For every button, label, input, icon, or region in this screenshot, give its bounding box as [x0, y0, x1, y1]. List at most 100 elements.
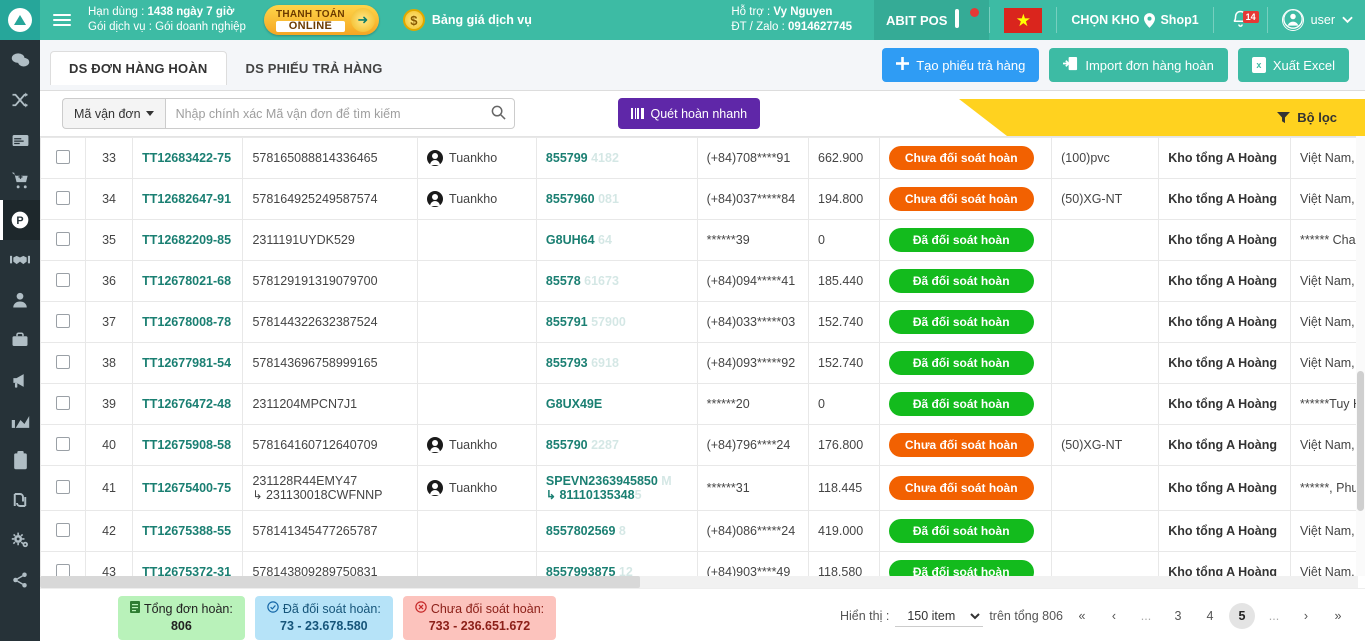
page-prev-button[interactable]: ‹ [1101, 603, 1127, 629]
return-code-link[interactable]: TT12675908-58 [132, 424, 244, 466]
return-code-link[interactable]: TT12675400-75 [132, 465, 244, 511]
table-vertical-scrollbar-thumb[interactable] [1357, 371, 1364, 511]
status-cell[interactable]: Đã đối soát hoàn [878, 383, 1053, 425]
row-checkbox-cell[interactable] [40, 342, 86, 384]
notifications-button[interactable]: 14 [1214, 9, 1267, 32]
status-cell[interactable]: Đã đối soát hoàn [878, 301, 1053, 343]
page-size-select[interactable]: 150 item [895, 605, 984, 627]
quick-scan-button[interactable]: Quét hoàn nhanh [618, 98, 761, 129]
sidebar-item-briefcase[interactable] [0, 320, 40, 360]
table-row[interactable]: 33 TT12683422-75 578165088814336465 Tuankho… [40, 137, 1365, 179]
status-badge[interactable]: Đã đối soát hoàn [888, 392, 1034, 416]
status-badge[interactable]: Đã đối soát hoàn [888, 269, 1034, 293]
page-button-3[interactable]: 3 [1165, 603, 1191, 629]
return-code-link[interactable]: TT12683422-75 [132, 137, 244, 179]
row-checkbox-cell[interactable] [40, 551, 86, 576]
table-row[interactable]: 41 TT12675400-75 231128R44EMY47 ↳ 231130018… [40, 465, 1365, 511]
app-logo[interactable] [0, 0, 40, 40]
order-code-link[interactable]: 855790 2287 [535, 424, 698, 466]
row-checkbox-cell[interactable] [40, 137, 86, 179]
row-checkbox[interactable] [55, 149, 70, 164]
status-cell[interactable]: Đã đối soát hoàn [878, 510, 1053, 552]
menu-toggle-button[interactable] [40, 0, 84, 40]
table-row[interactable]: 34 TT12682647-91 578164925249587574 Tuankho… [40, 178, 1365, 220]
search-field-dropdown[interactable]: Mã vận đơn [62, 98, 165, 129]
orders-table-container[interactable]: 33 TT12683422-75 578165088814336465 Tuankho… [40, 136, 1365, 576]
status-badge[interactable]: Đã đối soát hoàn [888, 519, 1034, 543]
sidebar-item-settings[interactable] [0, 520, 40, 560]
status-cell[interactable]: Đã đối soát hoàn [878, 342, 1053, 384]
table-row[interactable]: 38 TT12677981-54 578143696758999165 855793 … [40, 342, 1365, 384]
table-row[interactable]: 39 TT12676472-48 2311204MPCN7J1 G8UX49E ****… [40, 383, 1365, 425]
row-checkbox-cell[interactable] [40, 510, 86, 552]
order-code-link[interactable]: 8557993875 12 [535, 551, 698, 576]
sidebar-item-shekel[interactable] [0, 480, 40, 520]
row-checkbox[interactable] [55, 354, 70, 369]
order-code-link[interactable]: 8557960 081 [535, 178, 698, 220]
order-code-link[interactable]: 855793 6918 [535, 342, 698, 384]
status-badge[interactable]: Đã đối soát hoàn [888, 228, 1034, 252]
row-checkbox-cell[interactable] [40, 260, 86, 302]
table-row[interactable]: 42 TT12675388-55 578141345477265787 8557802… [40, 510, 1365, 552]
import-return-orders-button[interactable]: Import đơn hàng hoàn [1049, 48, 1228, 82]
row-checkbox[interactable] [55, 272, 70, 287]
row-checkbox[interactable] [55, 479, 70, 494]
order-code-link[interactable]: 85578 61673 [535, 260, 698, 302]
sidebar-item-user[interactable] [0, 280, 40, 320]
order-code-link[interactable]: 8557802569 8 [535, 510, 698, 552]
row-checkbox[interactable] [55, 190, 70, 205]
table-row[interactable]: 40 TT12675908-58 578164160712640709 Tuankho… [40, 424, 1365, 466]
price-list-link[interactable]: $ Bảng giá dịch vụ [402, 9, 532, 31]
status-badge[interactable]: Chưa đối soát hoàn [888, 146, 1034, 170]
sidebar-item-parking[interactable]: P [0, 200, 40, 240]
sidebar-item-chart[interactable] [0, 400, 40, 440]
filter-button[interactable]: Bộ lọc [959, 99, 1365, 136]
return-code-link[interactable]: TT12677981-54 [132, 342, 244, 384]
status-cell[interactable]: Đã đối soát hoàn [878, 551, 1053, 576]
sidebar-item-shuffle[interactable] [0, 80, 40, 120]
status-cell[interactable]: Chưa đối soát hoàn [878, 424, 1053, 466]
sidebar-item-megaphone[interactable] [0, 360, 40, 400]
order-code-link[interactable]: SPEVN2363945850 M ↳ 811101353485 [535, 465, 698, 511]
status-badge[interactable]: Chưa đối soát hoàn [888, 433, 1034, 457]
status-cell[interactable]: Chưa đối soát hoàn [878, 137, 1053, 179]
status-cell[interactable]: Đã đối soát hoàn [878, 219, 1053, 261]
row-checkbox[interactable] [55, 522, 70, 537]
export-excel-button[interactable]: x Xuất Excel [1237, 48, 1349, 82]
sidebar-item-card[interactable] [0, 120, 40, 160]
table-row[interactable]: 36 TT12678021-68 578129191319079700 85578 6… [40, 260, 1365, 302]
row-checkbox[interactable] [55, 436, 70, 451]
row-checkbox[interactable] [55, 395, 70, 410]
page-next-button[interactable]: › [1293, 603, 1319, 629]
page-first-button[interactable]: « [1069, 603, 1095, 629]
row-checkbox-cell[interactable] [40, 424, 86, 466]
user-menu[interactable]: user [1268, 9, 1365, 31]
order-code-link[interactable]: 855799 4182 [535, 137, 698, 179]
row-checkbox-cell[interactable] [40, 219, 86, 261]
sidebar-item-cart[interactable] [0, 160, 40, 200]
return-code-link[interactable]: TT12682647-91 [132, 178, 244, 220]
tab-ds-don-hang-hoan[interactable]: DS ĐƠN HÀNG HOÀN [50, 51, 227, 85]
status-cell[interactable]: Đã đối soát hoàn [878, 260, 1053, 302]
table-row[interactable]: 37 TT12678008-78 578144322632387524 855791 … [40, 301, 1365, 343]
return-code-link[interactable]: TT12678008-78 [132, 301, 244, 343]
row-checkbox[interactable] [55, 313, 70, 328]
status-badge[interactable]: Chưa đối soát hoàn [888, 187, 1034, 211]
sidebar-item-handshake[interactable] [0, 240, 40, 280]
pay-online-button[interactable]: THANH TOÁN ONLINE ➜ [263, 5, 379, 35]
sidebar-item-clipboard[interactable] [0, 440, 40, 480]
page-button-4[interactable]: 4 [1197, 603, 1223, 629]
status-badge[interactable]: Đã đối soát hoàn [888, 560, 1034, 576]
tab-ds-phieu-tra-hang[interactable]: DS PHIẾU TRẢ HÀNG [227, 51, 402, 85]
return-code-link[interactable]: TT12682209-85 [132, 219, 244, 261]
table-row[interactable]: 35 TT12682209-85 2311191UYDK529 G8UH64 64 **… [40, 219, 1365, 261]
table-horizontal-scrollbar[interactable] [40, 576, 1358, 588]
return-code-link[interactable]: TT12675372-31 [132, 551, 244, 576]
row-checkbox[interactable] [55, 563, 70, 576]
return-code-link[interactable]: TT12676472-48 [132, 383, 244, 425]
sidebar-item-chat[interactable] [0, 40, 40, 80]
order-code-link[interactable]: G8UX49E [535, 383, 698, 425]
row-checkbox-cell[interactable] [40, 178, 86, 220]
return-code-link[interactable]: TT12678021-68 [132, 260, 244, 302]
return-code-link[interactable]: TT12675388-55 [132, 510, 244, 552]
